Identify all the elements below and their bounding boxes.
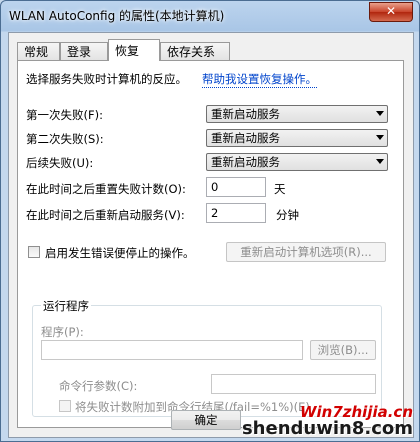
watermark-shenduwin8: shenduwin8.com	[241, 418, 413, 439]
first-failure-label: 第一次失败(F):	[26, 108, 103, 122]
window-title: WLAN AutoConfig 的属性(本地计算机)	[9, 9, 225, 23]
properties-window: WLAN AutoConfig 的属性(本地计算机) ✕ 常规 登录 恢复 依存…	[0, 0, 420, 442]
recovery-panel: 选择服务失败时计算机的反应。 帮助我设置恢复操作。 第一次失败(F): 重新启动…	[17, 60, 404, 428]
second-failure-label: 第二次失败(S):	[26, 132, 104, 146]
second-failure-select[interactable]: 重新启动服务	[206, 129, 388, 147]
params-label: 命令行参数(C):	[59, 379, 138, 393]
reset-count-unit: 天	[274, 182, 286, 196]
reset-count-input[interactable]: 0	[206, 177, 266, 197]
stop-with-errors-label: 启用发生错误便停止的操作。	[45, 246, 195, 260]
restart-after-input[interactable]: 2	[206, 203, 266, 223]
chevron-down-icon	[376, 111, 384, 116]
restart-computer-options-button[interactable]: 重新启动计算机选项(R)...	[226, 242, 386, 262]
tab-logon[interactable]: 登录	[60, 42, 108, 60]
chevron-down-icon	[376, 159, 384, 164]
run-program-title: 运行程序	[41, 298, 91, 314]
first-failure-value: 重新启动服务	[211, 107, 280, 121]
subsequent-failure-select[interactable]: 重新启动服务	[206, 153, 388, 171]
browse-button[interactable]: 浏览(B)...	[310, 340, 376, 360]
tab-recovery[interactable]: 恢复	[108, 39, 160, 61]
tab-dependencies[interactable]: 依存关系	[160, 42, 230, 60]
recovery-intro-text: 选择服务失败时计算机的反应。	[26, 72, 187, 86]
close-icon: ✕	[385, 4, 397, 18]
subsequent-failure-value: 重新启动服务	[211, 155, 280, 169]
program-label: 程序(P):	[41, 325, 84, 339]
second-failure-value: 重新启动服务	[211, 131, 280, 145]
restart-after-label: 在此时间之后重新启动服务(V):	[26, 208, 185, 222]
dialog-client: 常规 登录 恢复 依存关系 选择服务失败时计算机的反应。 帮助我设置恢复操作。 …	[8, 32, 414, 438]
title-bar[interactable]: WLAN AutoConfig 的属性(本地计算机) ✕	[1, 1, 419, 31]
subsequent-failure-label: 后续失败(U):	[26, 156, 94, 170]
restart-after-unit: 分钟	[276, 208, 299, 222]
append-fail-count-checkbox[interactable]	[59, 400, 71, 412]
run-program-group: 运行程序 程序(P): 浏览(B)... 命令行参数(C): 将失败计数附加到命…	[32, 298, 382, 417]
params-input[interactable]	[211, 374, 376, 394]
chevron-down-icon	[376, 135, 384, 140]
reset-count-label: 在此时间之后重置失败计数(O):	[26, 182, 186, 196]
close-button[interactable]: ✕	[369, 2, 413, 22]
help-link[interactable]: 帮助我设置恢复操作。	[202, 71, 317, 88]
first-failure-select[interactable]: 重新启动服务	[206, 105, 388, 123]
tab-general[interactable]: 常规	[17, 42, 60, 60]
ok-button[interactable]: 确定	[171, 410, 241, 430]
stop-with-errors-checkbox[interactable]	[28, 246, 40, 258]
program-input[interactable]	[41, 340, 303, 360]
